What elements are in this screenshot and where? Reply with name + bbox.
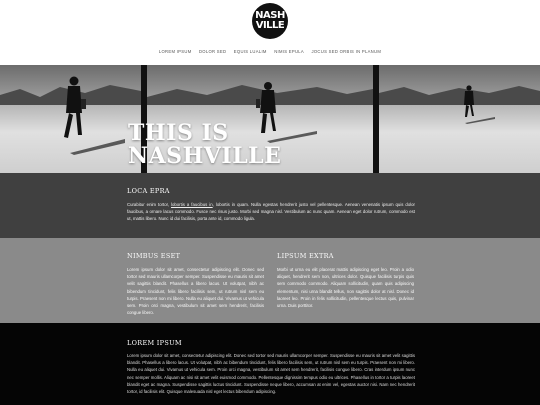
inline-link[interactable]: lobortis a faucibus in (171, 202, 213, 207)
nav-item-jocus[interactable]: JOCUS SED ORBIS IN PLANUM (311, 49, 381, 54)
column-lipsum-extra: LIPSUM EXTRA Morbi ut urna eu elit place… (277, 252, 414, 309)
hero-photo-3 (379, 65, 540, 173)
nav-item-lorem-ipsum[interactable]: LOREM IPSUM (159, 49, 192, 54)
section-two-columns: NIMBUS ESET Lorem ipsum dolor sit amet, … (0, 238, 540, 323)
nav-item-dolor-sed[interactable]: DOLOR SED (199, 49, 226, 54)
hero-title: THIS IS NASHVILLE (128, 122, 281, 168)
section-lorem-ipsum: LOREM IPSUM Lorem ipsum dolor sit amet, … (0, 323, 540, 405)
site-header: NASH VILLE LOREM IPSUM DOLOR SED EQUIS L… (0, 0, 540, 65)
column-nimbus-eset: NIMBUS ESET Lorem ipsum dolor sit amet, … (127, 252, 264, 316)
hero-title-line-2: NASHVILLE (128, 143, 282, 169)
hero-photo-1 (0, 65, 141, 173)
section-text: Lorem ipsum dolor sit amet, consectetur … (127, 353, 415, 395)
hero-title-line-1: THIS IS (128, 120, 229, 146)
section-title: LOCA EPRA (127, 187, 170, 195)
column-text: Lorem ipsum dolor sit amet, consectetur … (127, 267, 264, 316)
nav-item-equis-lualim[interactable]: EQUIS LUALIM (234, 49, 267, 54)
section-loca-epra: LOCA EPRA Curabitur enim tortor, loborti… (0, 173, 540, 238)
column-title: NIMBUS ESET (127, 252, 181, 260)
main-nav: LOREM IPSUM DOLOR SED EQUIS LUALIM NIMIS… (0, 49, 540, 54)
text-fragment: Curabitur enim tortor, (127, 202, 172, 207)
section-text: Curabitur enim tortor, lobortis a faucib… (127, 201, 415, 223)
section-title: LOREM IPSUM (127, 339, 182, 347)
nashville-logo[interactable]: NASH VILLE (252, 3, 288, 39)
column-title: LIPSUM EXTRA (277, 252, 334, 260)
logo-line-2: VILLE (255, 20, 285, 31)
nav-item-nimis-epula[interactable]: NIMIS EPULA (274, 49, 304, 54)
column-text: Morbi ut urna eu elit placerat mattis ad… (277, 267, 414, 309)
